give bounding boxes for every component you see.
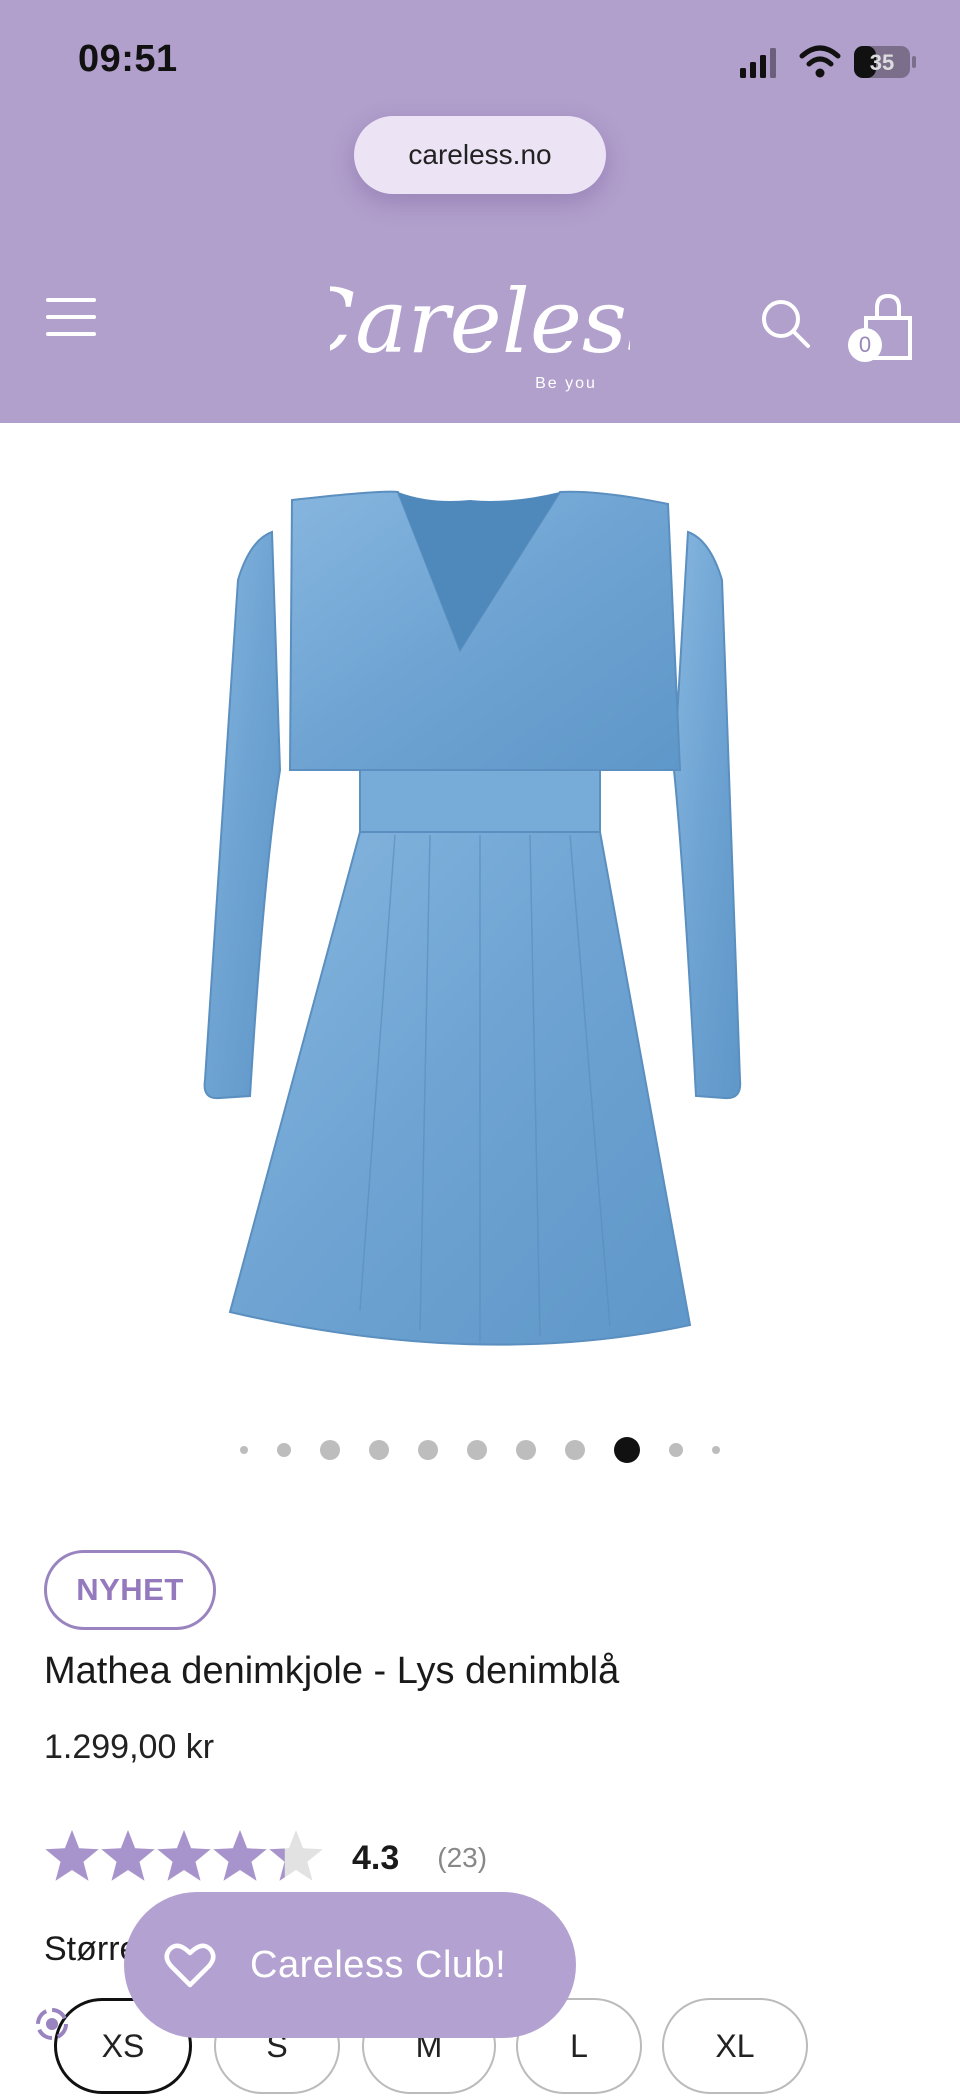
- carousel-dot[interactable]: [712, 1446, 720, 1454]
- rating-value: 4.3: [352, 1838, 400, 1877]
- address-bar[interactable]: careless.no: [354, 116, 606, 194]
- product-title: Mathea denimkjole - Lys denimblå: [44, 1650, 620, 1692]
- carousel-dot[interactable]: [320, 1440, 340, 1460]
- star-fill: [101, 1830, 155, 1881]
- carousel-dot[interactable]: [614, 1437, 640, 1463]
- star-fill: [213, 1830, 267, 1881]
- carousel-dot[interactable]: [369, 1440, 389, 1460]
- carousel-dot[interactable]: [418, 1440, 438, 1460]
- search-icon: [762, 300, 810, 348]
- product-image[interactable]: [180, 470, 780, 1390]
- careless-club-button[interactable]: Careless Club!: [124, 1892, 576, 2038]
- star-fill: [157, 1830, 211, 1881]
- accessibility-button[interactable]: [34, 2006, 70, 2042]
- svg-text:Be you: Be you: [535, 375, 597, 392]
- menu-icon: [46, 298, 96, 336]
- product-price: 1.299,00 kr: [44, 1728, 215, 1766]
- svg-text:35: 35: [870, 50, 894, 75]
- star-rating: [45, 1830, 323, 1881]
- search-button[interactable]: [758, 296, 814, 352]
- carousel-dot[interactable]: [277, 1443, 291, 1457]
- size-option-xl[interactable]: XL: [662, 1998, 808, 2094]
- menu-button[interactable]: [46, 298, 96, 348]
- careless-club-label: Careless Club!: [250, 1943, 507, 1986]
- battery-icon: 35: [854, 46, 916, 78]
- cart-button[interactable]: 0: [848, 292, 920, 366]
- accessibility-icon: [36, 2008, 68, 2040]
- status-time: 09:51: [78, 38, 178, 80]
- cellular-signal-icon: [740, 48, 776, 78]
- wifi-icon: [799, 45, 841, 78]
- carousel-dot[interactable]: [516, 1440, 536, 1460]
- new-badge: NYHET: [44, 1550, 216, 1630]
- product-rating[interactable]: 4.3 (23): [44, 1828, 487, 1888]
- svg-text:Careless: Careless: [330, 270, 630, 373]
- heart-icon: [164, 1943, 216, 1988]
- star-fill: [45, 1830, 99, 1881]
- carousel-dot[interactable]: [565, 1440, 585, 1460]
- review-count[interactable]: (23): [437, 1842, 487, 1874]
- careless-logo[interactable]: Careless Be you: [288, 250, 672, 400]
- carousel-dot[interactable]: [240, 1446, 248, 1454]
- status-icons: 35: [740, 42, 920, 82]
- image-carousel-dots[interactable]: [240, 1432, 720, 1468]
- cart-count-badge: 0: [848, 328, 882, 362]
- carousel-dot[interactable]: [669, 1443, 683, 1457]
- carousel-dot[interactable]: [467, 1440, 487, 1460]
